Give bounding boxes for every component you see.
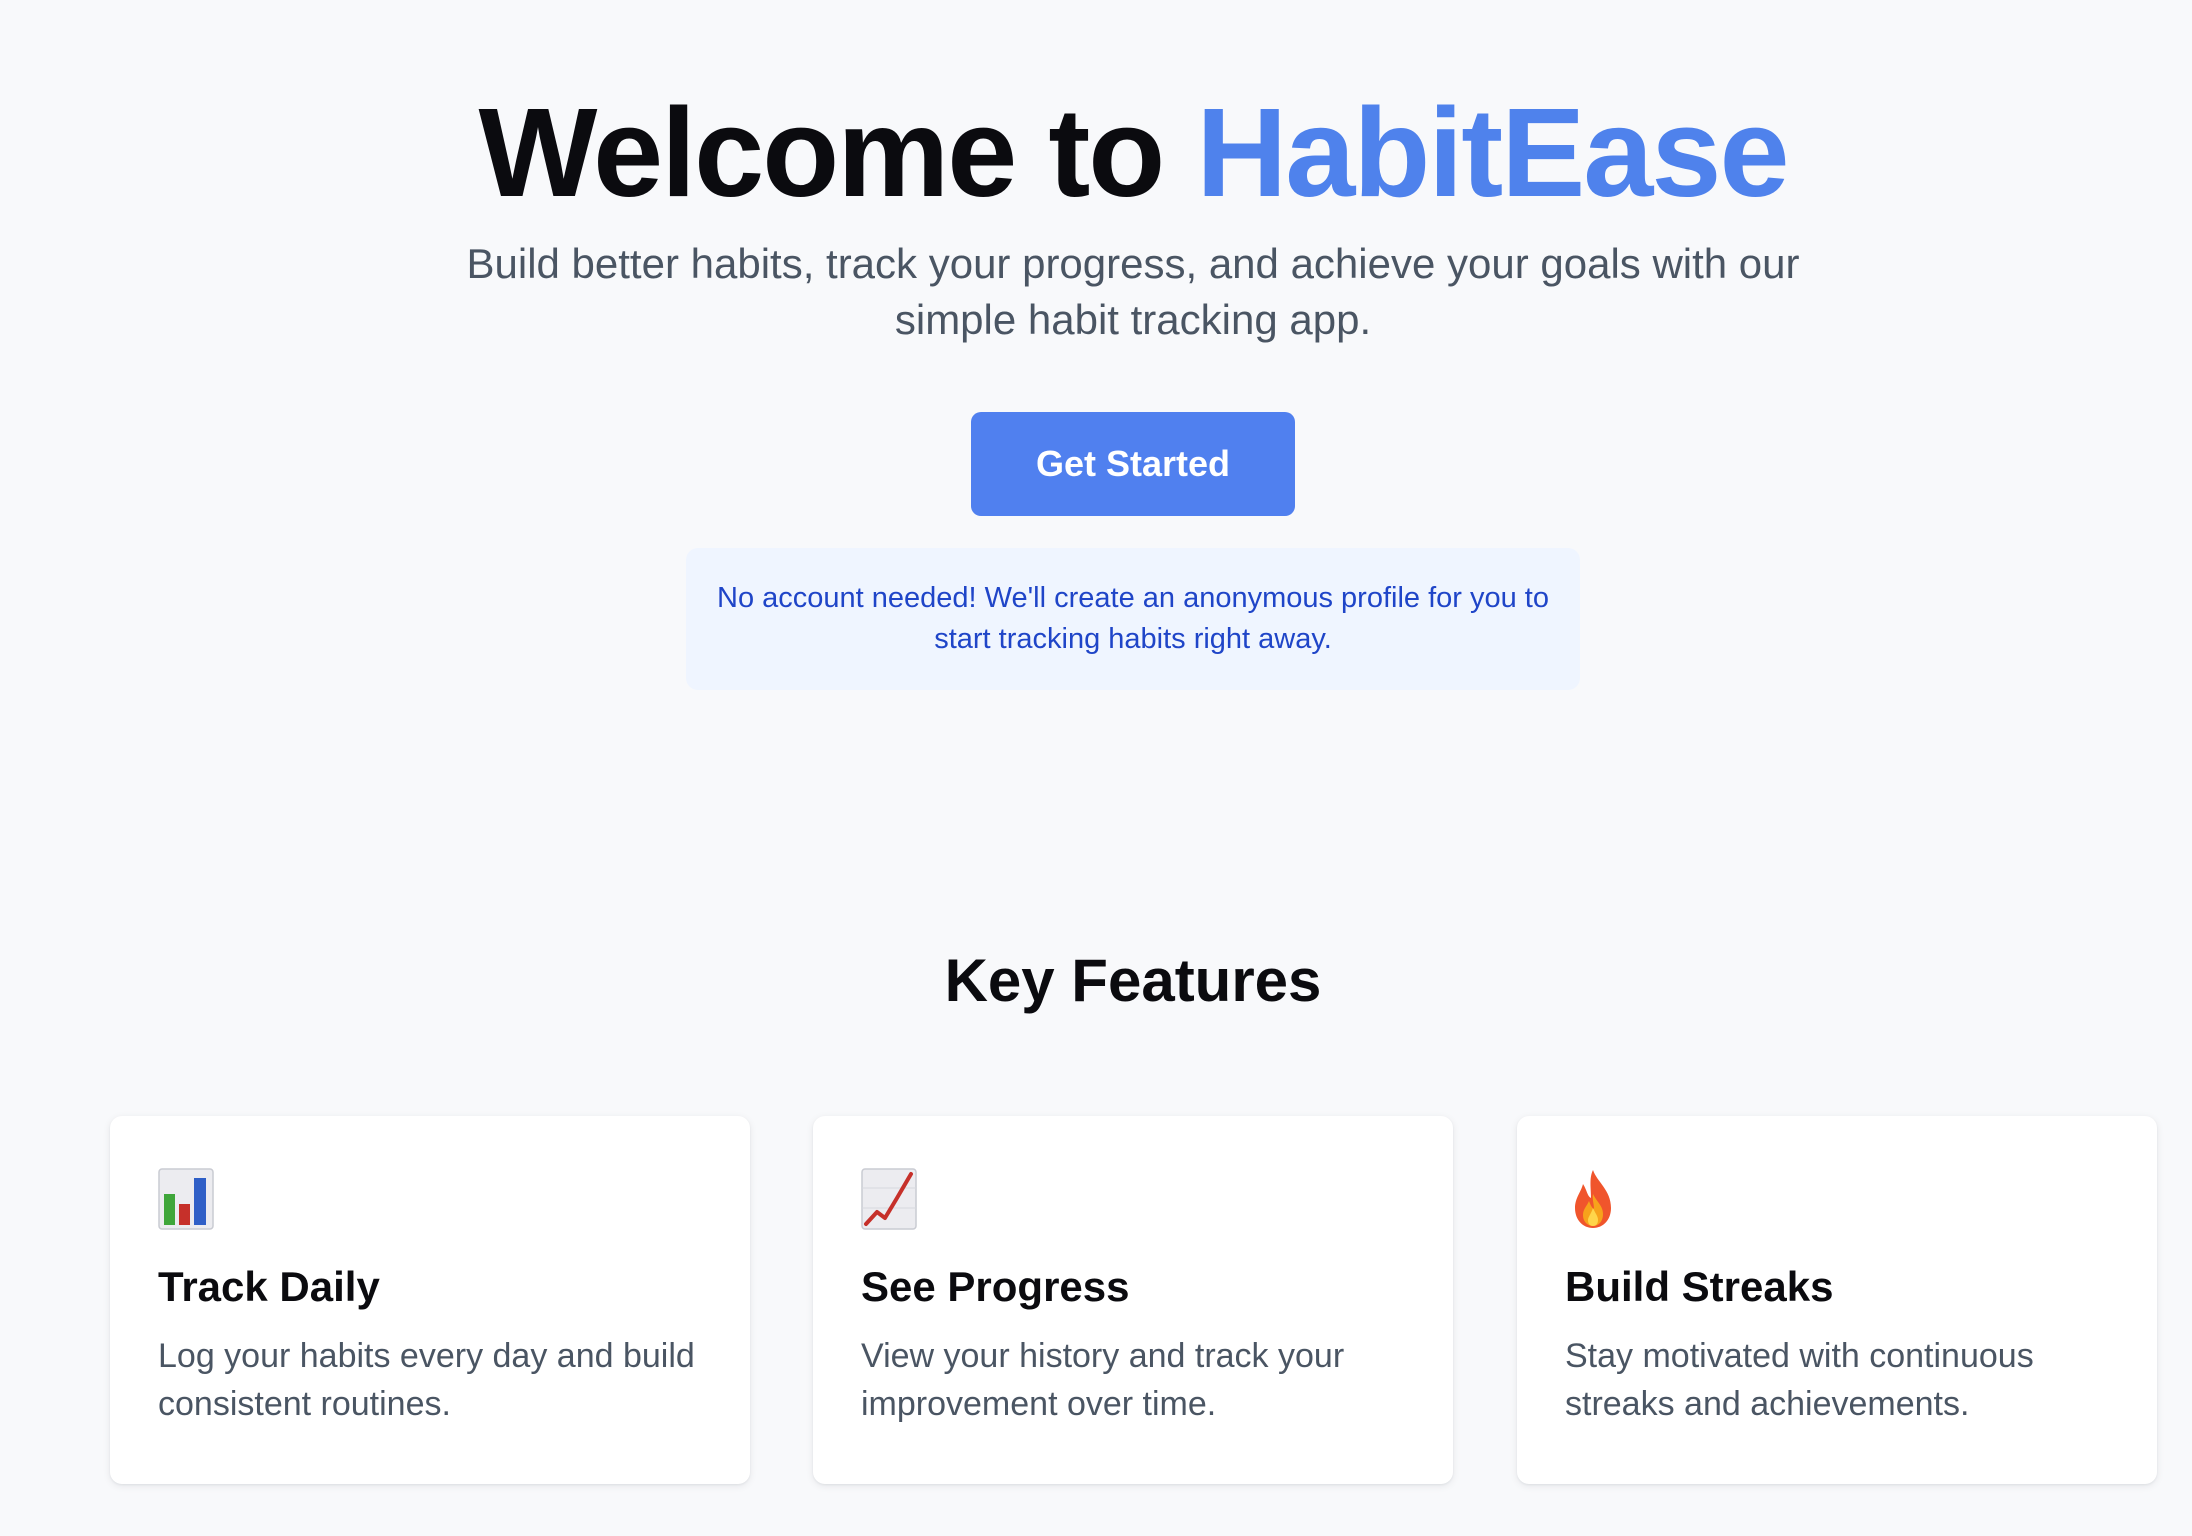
chart-increasing-icon: [861, 1168, 917, 1230]
brand-name: HabitEase: [1196, 82, 1789, 223]
feature-description: Stay motivated with continuous streaks a…: [1565, 1337, 2034, 1424]
bar-chart-icon: [158, 1168, 214, 1230]
feature-card-track-daily: Track Daily Log your habits every day an…: [110, 1116, 750, 1484]
hero-title-prefix: Welcome to: [478, 82, 1197, 223]
feature-title: Build Streaks: [1565, 1263, 1834, 1310]
anonymous-profile-note-text: No account needed! We'll create an anony…: [717, 582, 1549, 655]
hero-title: Welcome to HabitEase: [0, 82, 2192, 223]
feature-card-see-progress: See Progress View your history and track…: [813, 1116, 1453, 1484]
features-heading: Key Features: [944, 947, 1322, 1014]
get-started-button[interactable]: Get Started: [971, 412, 1295, 516]
fire-icon: [1575, 1170, 1611, 1228]
feature-description: Log your habits every day and build cons…: [158, 1337, 695, 1424]
feature-title: Track Daily: [158, 1263, 380, 1310]
feature-title: See Progress: [861, 1263, 1130, 1310]
hero-subtitle: Build better habits, track your progress…: [466, 240, 1800, 343]
landing-page: Welcome to HabitEase Build better habits…: [0, 0, 2192, 1536]
feature-card-build-streaks: Build Streaks Stay motivated with contin…: [1517, 1116, 2157, 1484]
feature-description: View your history and track your improve…: [861, 1337, 1345, 1424]
anonymous-profile-note: No account needed! We'll create an anony…: [686, 548, 1580, 690]
